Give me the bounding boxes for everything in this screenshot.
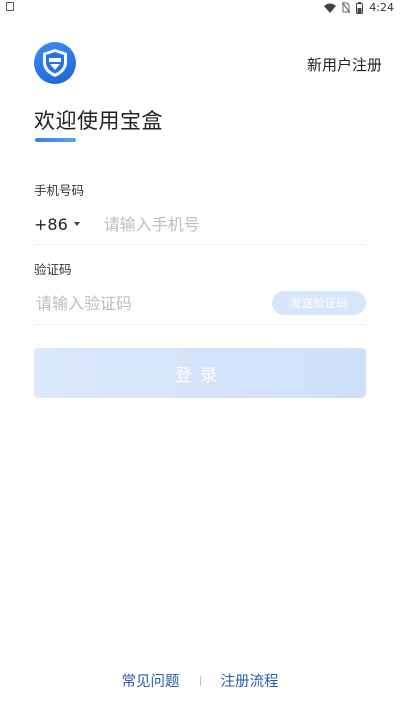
no-sim-icon <box>342 2 351 13</box>
footer-divider <box>199 675 201 686</box>
login-button[interactable]: 登录 <box>34 348 366 398</box>
verification-code-input[interactable] <box>34 292 272 314</box>
code-label: 验证码 <box>34 262 72 277</box>
caret-down-icon <box>73 222 80 226</box>
footer: 常见问题 注册流程 <box>0 670 400 691</box>
status-time: 4:24 <box>369 1 394 14</box>
notification-icon <box>6 2 14 11</box>
faq-link[interactable]: 常见问题 <box>122 670 180 691</box>
title-underline <box>35 138 76 142</box>
status-icons: 4:24 <box>324 1 394 14</box>
send-code-button[interactable]: 发送验证码 <box>272 291 366 315</box>
page-title: 欢迎使用宝盒 <box>34 109 163 133</box>
register-flow-link[interactable]: 注册流程 <box>221 670 279 691</box>
new-user-register-link[interactable]: 新用户注册 <box>307 54 382 75</box>
country-code-selector[interactable]: +86 <box>34 215 80 234</box>
shield-logo-icon <box>43 49 67 77</box>
code-row: 发送验证码 <box>34 282 366 325</box>
country-code-value: +86 <box>34 214 68 234</box>
phone-row: +86 <box>34 204 366 245</box>
battery-icon <box>356 1 364 14</box>
wifi-icon <box>324 3 337 13</box>
phone-input[interactable] <box>101 213 366 235</box>
status-bar: 4:24 <box>0 0 400 16</box>
app-logo <box>34 42 76 84</box>
phone-label: 手机号码 <box>34 183 85 198</box>
